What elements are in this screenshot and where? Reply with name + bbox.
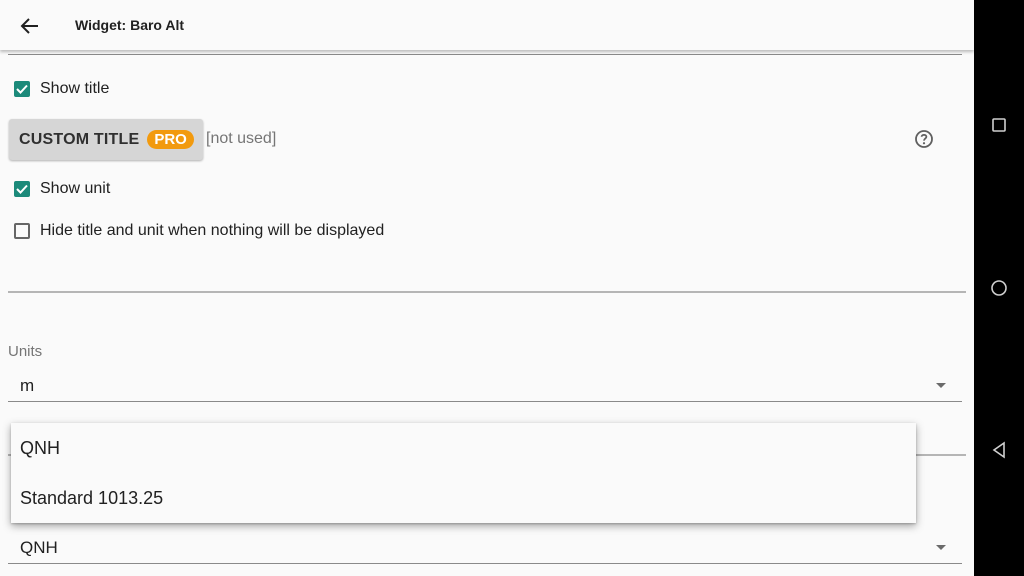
hide-title-unit-label: Hide title and unit when nothing will be… xyxy=(40,222,385,239)
page-title: Widget: Baro Alt xyxy=(75,17,185,33)
system-nav-bar xyxy=(974,0,1024,576)
dropdown-option-qnh[interactable]: QNH xyxy=(11,423,916,473)
custom-title-button[interactable]: CUSTOM TITLE PRO xyxy=(9,119,203,160)
recents-button[interactable] xyxy=(974,95,1024,155)
dropdown-popup: QNH Standard 1013.25 xyxy=(11,423,916,523)
checkbox-checked-icon xyxy=(14,181,30,197)
triangle-back-icon xyxy=(992,441,1005,459)
app-bar: Widget: Baro Alt xyxy=(0,0,974,50)
show-unit-checkbox[interactable]: Show unit xyxy=(14,180,110,198)
hide-title-unit-checkbox[interactable]: Hide title and unit when nothing will be… xyxy=(14,222,384,240)
pressure-value: QNH xyxy=(20,538,58,557)
help-icon[interactable] xyxy=(914,129,934,149)
back-nav-button[interactable] xyxy=(974,420,1024,480)
dropdown-arrow-icon xyxy=(936,545,946,550)
units-label: Units xyxy=(8,343,43,360)
units-value: m xyxy=(20,376,35,395)
pro-badge: PRO xyxy=(147,130,194,149)
back-button[interactable] xyxy=(8,4,52,48)
custom-title-value: [not used] xyxy=(206,130,277,147)
checkbox-checked-icon xyxy=(14,81,30,97)
show-title-checkbox[interactable]: Show title xyxy=(14,80,109,98)
show-unit-label: Show unit xyxy=(40,180,111,197)
spinner-underline xyxy=(8,401,962,402)
home-button[interactable] xyxy=(974,258,1024,318)
dropdown-arrow-icon xyxy=(936,383,946,388)
arrow-left-icon xyxy=(20,18,38,34)
checkbox-unchecked-icon xyxy=(14,223,30,239)
units-spinner[interactable]: m xyxy=(8,372,962,402)
spinner-underline xyxy=(8,563,962,564)
circle-icon xyxy=(991,280,1007,296)
previous-field-underline xyxy=(8,54,962,55)
screen: Widget: Baro Alt Show title CUSTOM TITLE… xyxy=(0,0,974,576)
pressure-spinner[interactable]: QNH xyxy=(8,534,962,564)
dropdown-option-standard[interactable]: Standard 1013.25 xyxy=(11,473,916,523)
custom-title-label: CUSTOM TITLE xyxy=(19,130,140,148)
section-divider xyxy=(8,291,966,293)
square-icon xyxy=(992,118,1006,132)
show-title-label: Show title xyxy=(40,80,110,97)
